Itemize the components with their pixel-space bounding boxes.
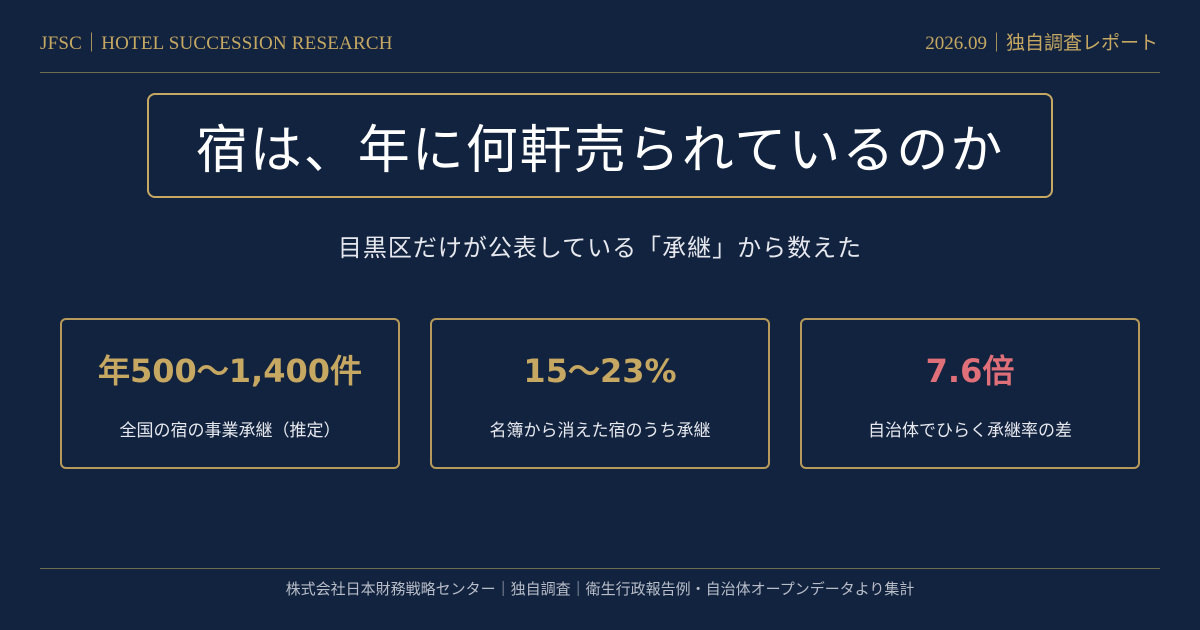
page-title: 宿は、年に何軒売られているのか	[195, 121, 1005, 181]
source-footer: 株式会社日本財務戦略センター｜独自調査｜衛生行政報告例・自治体オープンデータより…	[285, 580, 915, 598]
page-subtitle: 目黒区だけが公表している「承継」から数えた	[337, 234, 863, 262]
top-divider	[40, 72, 1160, 73]
stat-value: 年500〜1,400件	[97, 352, 363, 390]
stat-label: 自治体でひらく承継率の差	[868, 421, 1072, 441]
stat-card-succession-share: 15〜23% 名簿から消えた宿のうち承継	[430, 318, 770, 469]
stat-card-municipal-gap: 7.6倍 自治体でひらく承継率の差	[800, 318, 1140, 469]
bottom-divider	[40, 568, 1160, 569]
stat-card-annual-successions: 年500〜1,400件 全国の宿の事業承継（推定）	[60, 318, 400, 469]
stat-label: 全国の宿の事業承継（推定）	[119, 421, 341, 441]
title-frame: 宿は、年に何軒売られているのか	[147, 93, 1053, 198]
stat-label: 名簿から消えた宿のうち承継	[489, 421, 711, 441]
stat-value: 15〜23%	[523, 352, 677, 390]
brand-header: JFSC｜HOTEL SUCCESSION RESEARCH	[40, 33, 393, 54]
report-date-label: 2026.09｜独自調査レポート	[925, 33, 1158, 54]
stat-value: 7.6倍	[925, 352, 1015, 390]
